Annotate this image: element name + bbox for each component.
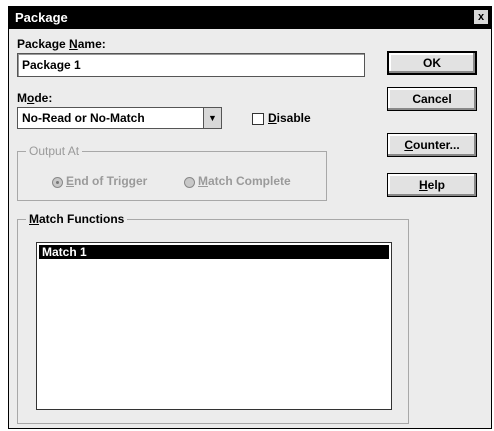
disable-label[interactable]: Disable — [268, 111, 311, 125]
label-part: nd of Trigger — [74, 174, 148, 188]
end-of-trigger-radio[interactable] — [52, 177, 63, 188]
label-part: atch Functions — [39, 212, 125, 226]
end-of-trigger-label[interactable]: End of Trigger — [66, 174, 147, 188]
mnemonic: M — [29, 212, 39, 226]
mnemonic: E — [66, 174, 75, 188]
mnemonic: M — [198, 174, 208, 188]
match-functions-list[interactable]: Match 1 — [36, 242, 392, 410]
cancel-button[interactable]: Cancel — [387, 87, 477, 111]
mnemonic: D — [268, 111, 277, 125]
mnemonic: H — [418, 178, 428, 192]
chevron-down-icon[interactable]: ▼ — [203, 108, 221, 128]
label-part: Package — [17, 37, 70, 51]
close-icon[interactable]: x — [474, 10, 488, 24]
label-part: de: — [34, 91, 53, 105]
label-part: M — [17, 91, 27, 105]
label-part: atch Complete — [208, 174, 291, 188]
match-functions-label: Match Functions — [26, 212, 128, 226]
package-dialog: Package x Package Name: Package 1 Mode: … — [8, 6, 492, 429]
mode-label: Mode: — [17, 91, 52, 105]
mnemonic: C — [404, 138, 413, 152]
title-bar[interactable]: Package x — [9, 7, 491, 29]
disable-checkbox[interactable] — [252, 113, 264, 125]
output-at-label: Output At — [26, 144, 83, 158]
list-item[interactable]: Match 1 — [39, 245, 389, 259]
window-title: Package — [15, 10, 68, 25]
match-complete-label[interactable]: Match Complete — [198, 174, 291, 188]
match-complete-radio[interactable] — [184, 177, 195, 188]
output-at-group: Output At End of Trigger Match Complete — [17, 144, 327, 201]
label-part: isable — [276, 111, 311, 125]
label-part: ounter... — [413, 138, 460, 152]
mnemonic: N — [69, 37, 78, 51]
match-functions-group: Match Functions Match 1 — [17, 212, 409, 424]
mode-select[interactable]: No-Read or No-Match ▼ — [17, 107, 222, 129]
package-name-input[interactable]: Package 1 — [17, 53, 365, 77]
ok-button[interactable]: OK — [387, 51, 477, 75]
help-button[interactable]: Help — [387, 173, 477, 197]
mode-selected-value: No-Read or No-Match — [22, 111, 145, 125]
label-part: elp — [427, 178, 445, 192]
package-name-label: Package Name: — [17, 37, 106, 51]
label-part: ame: — [77, 37, 106, 51]
counter-button[interactable]: Counter... — [387, 133, 477, 157]
